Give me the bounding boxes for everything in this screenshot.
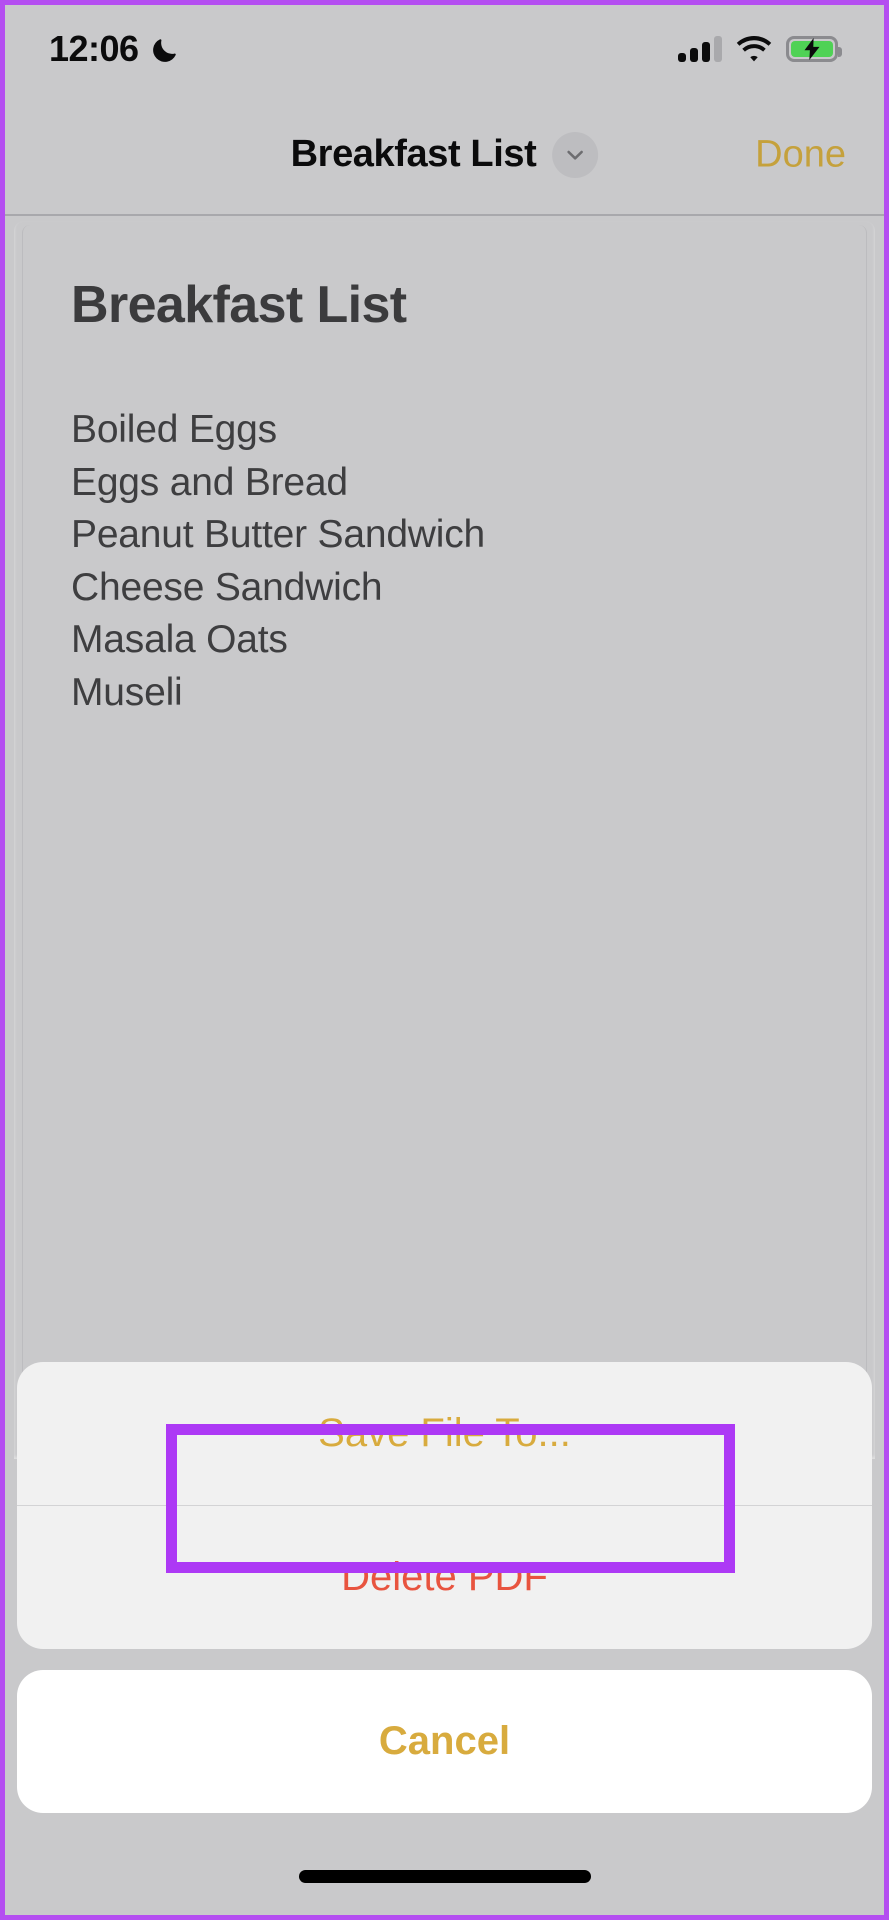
- phone-screen: 12:06 Breakfast List Done Breakfast List…: [0, 0, 889, 1920]
- list-item: Museli: [71, 670, 183, 714]
- status-bar-left: 12:06: [49, 31, 181, 67]
- status-bar-clock: 12:06: [49, 28, 139, 69]
- list-item: Masala Oats: [71, 618, 288, 662]
- document-heading: Breakfast List: [71, 276, 407, 334]
- status-bar-right: [678, 35, 842, 63]
- list-item: Eggs and Bread: [71, 460, 348, 504]
- cellular-signal-icon: [678, 36, 722, 62]
- page-title: Breakfast List: [290, 133, 537, 175]
- cancel-button[interactable]: Cancel: [17, 1670, 872, 1813]
- navigation-bar: Breakfast List Done: [5, 93, 884, 216]
- nav-bar-divider: [5, 214, 884, 216]
- status-bar: 12:06: [5, 5, 884, 93]
- list-item: Peanut Butter Sandwich: [71, 513, 486, 557]
- action-sheet: Save File To... Delete PDF Cancel: [17, 1362, 872, 1813]
- action-sheet-gap: [17, 1649, 872, 1670]
- list-item: Cheese Sandwich: [71, 565, 383, 609]
- delete-pdf-button[interactable]: Delete PDF: [17, 1506, 872, 1649]
- battery-charging-icon: [786, 36, 842, 62]
- home-indicator[interactable]: [298, 1870, 591, 1883]
- action-sheet-primary-group: Save File To... Delete PDF: [17, 1362, 872, 1649]
- done-button[interactable]: Done: [755, 133, 846, 176]
- wifi-icon: [736, 35, 772, 63]
- document-item-list: Boiled Eggs Eggs and Bread Peanut Butter…: [71, 404, 818, 719]
- nav-title-group[interactable]: Breakfast List: [290, 131, 599, 178]
- chevron-down-icon[interactable]: [552, 131, 599, 178]
- pdf-preview-page[interactable]: Breakfast List Boiled Eggs Eggs and Brea…: [14, 221, 875, 1459]
- crescent-moon-icon: [151, 34, 181, 64]
- list-item: Boiled Eggs: [71, 408, 277, 452]
- pdf-page-content: Breakfast List Boiled Eggs Eggs and Brea…: [22, 225, 867, 1459]
- save-file-to-button[interactable]: Save File To...: [17, 1362, 872, 1505]
